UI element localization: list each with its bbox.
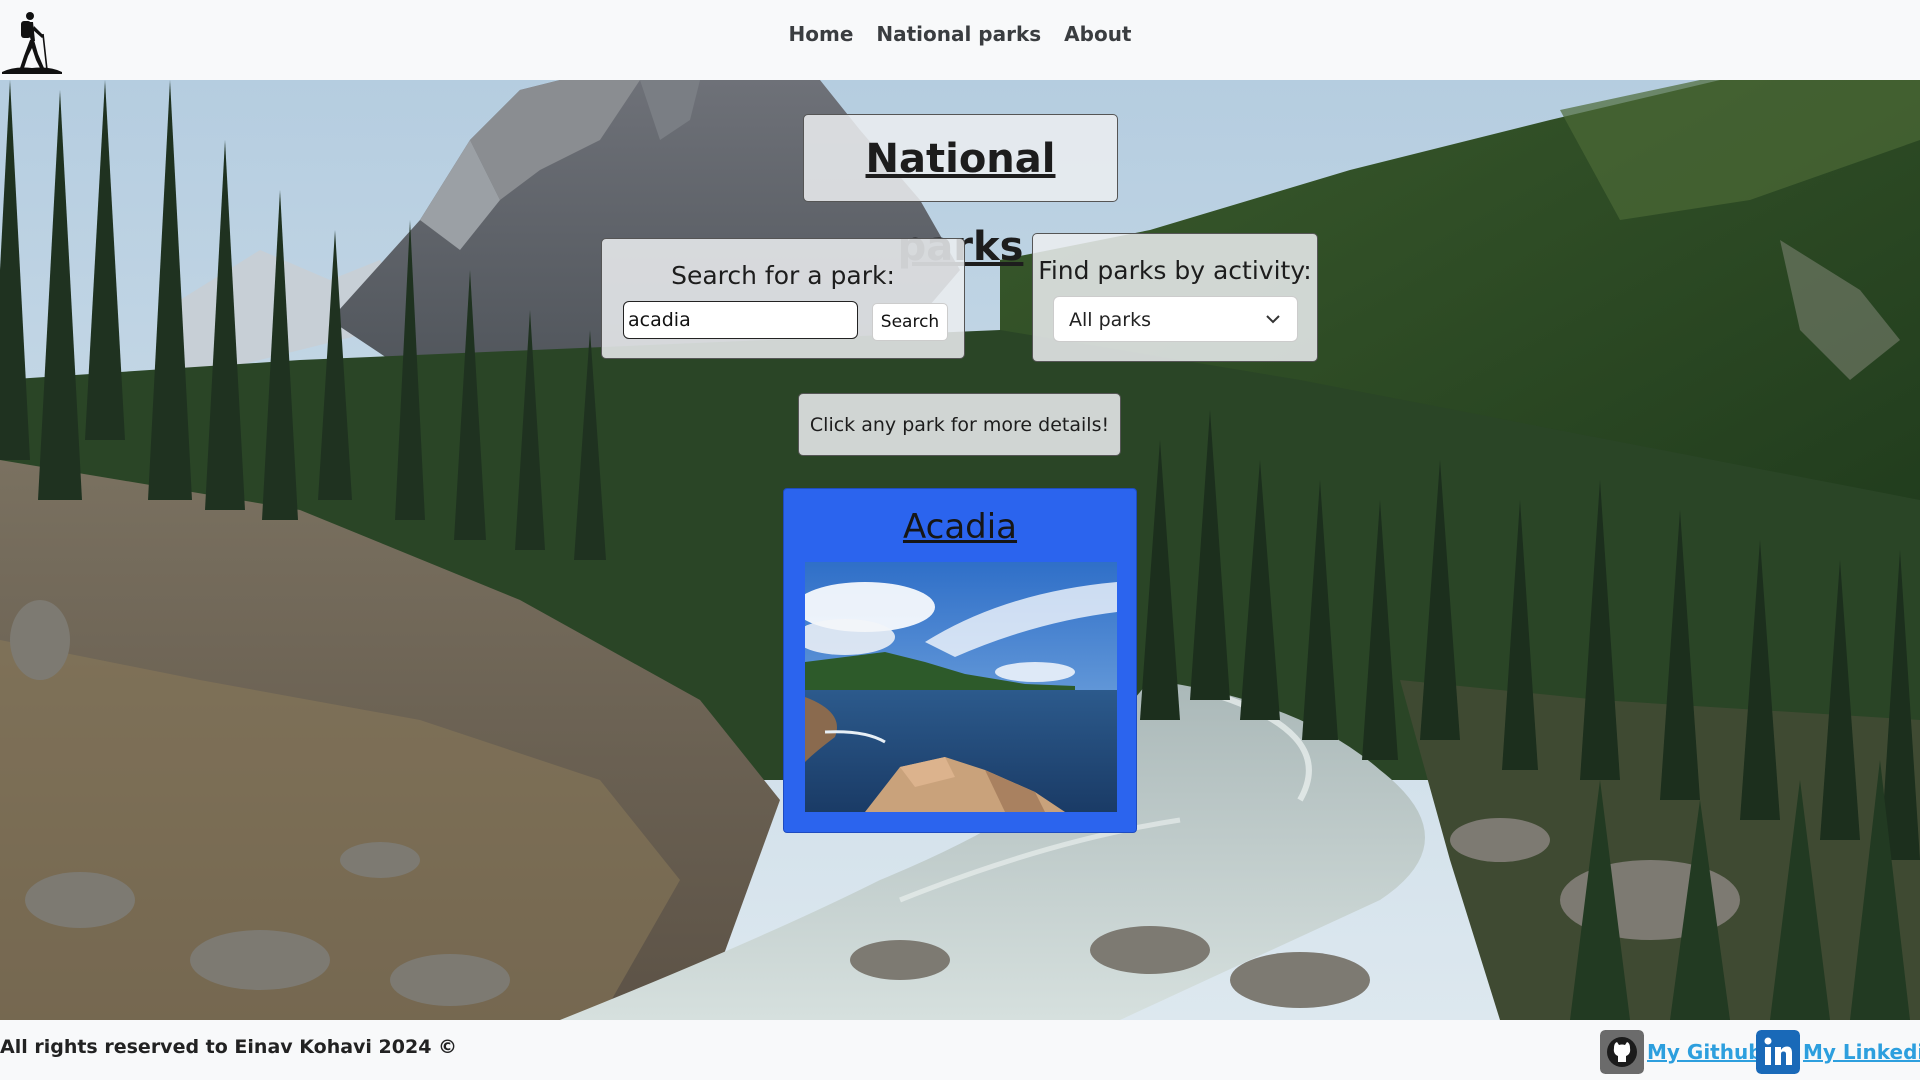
nav-about-link[interactable]: About bbox=[1064, 22, 1131, 46]
linkedin-link[interactable]: My Linkedin bbox=[1803, 1040, 1920, 1064]
footer: All rights reserved to Einav Kohavi 2024… bbox=[0, 1020, 1920, 1080]
activity-filter-label: Find parks by activity: bbox=[1038, 256, 1312, 285]
search-label: Search for a park: bbox=[671, 261, 895, 290]
search-button[interactable]: Search bbox=[872, 303, 948, 341]
github-link[interactable]: My Github bbox=[1647, 1040, 1763, 1064]
activity-select-value: All parks bbox=[1069, 309, 1152, 331]
activity-select[interactable]: All parks bbox=[1053, 296, 1298, 342]
linkedin-icon[interactable] bbox=[1756, 1030, 1800, 1074]
nav-national-parks-link[interactable]: National parks bbox=[876, 22, 1041, 46]
github-link-group: My Github bbox=[1600, 1030, 1763, 1074]
park-card[interactable]: Acadia bbox=[783, 488, 1137, 833]
title-panel: National parks bbox=[803, 114, 1118, 270]
park-card-name[interactable]: Acadia bbox=[784, 507, 1136, 547]
nav-links: Home National parks About bbox=[0, 22, 1920, 46]
linkedin-link-group: My Linkedin bbox=[1756, 1030, 1920, 1074]
hint-text: Click any park for more details! bbox=[809, 414, 1110, 436]
github-icon[interactable] bbox=[1600, 1030, 1644, 1074]
nav-home-link[interactable]: Home bbox=[789, 22, 854, 46]
search-input[interactable] bbox=[623, 301, 858, 339]
chevron-down-icon bbox=[1266, 315, 1280, 324]
park-card-image[interactable] bbox=[805, 562, 1117, 812]
hero-section: National parks Search for a park: Search… bbox=[0, 80, 1920, 1020]
navbar: Home National parks About bbox=[0, 0, 1920, 80]
activity-filter-panel: Find parks by activity: All parks bbox=[1032, 233, 1318, 362]
hint-panel: Click any park for more details! bbox=[798, 393, 1121, 456]
copyright-text: All rights reserved to Einav Kohavi 2024… bbox=[0, 1036, 458, 1058]
search-panel: Search for a park: Search bbox=[601, 238, 965, 359]
